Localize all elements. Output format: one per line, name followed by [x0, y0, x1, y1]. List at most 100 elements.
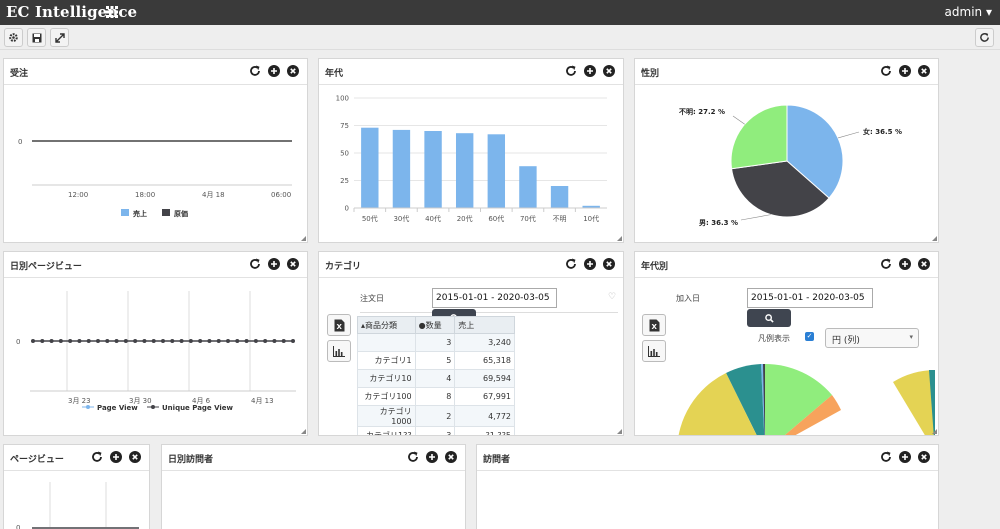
bar[interactable] [361, 127, 379, 208]
data-point[interactable] [142, 339, 147, 343]
refresh-icon[interactable] [249, 65, 261, 77]
column-header-quantity[interactable]: ●数量 [414, 316, 456, 334]
settings-button[interactable] [4, 28, 23, 47]
data-point[interactable] [151, 339, 156, 343]
expand-button[interactable] [50, 28, 69, 47]
data-point[interactable] [105, 339, 110, 343]
resize-handle[interactable] [301, 429, 306, 434]
data-point[interactable] [114, 339, 119, 343]
data-point[interactable] [207, 339, 212, 343]
chart-type-select[interactable]: 円 (列) ▾ [825, 328, 919, 348]
quantity-cell: 3 [414, 426, 456, 435]
resize-handle[interactable] [932, 236, 937, 241]
close-circle-icon[interactable] [603, 258, 615, 270]
plus-circle-icon[interactable] [899, 65, 911, 77]
data-point[interactable] [31, 339, 35, 343]
pie-slice[interactable] [730, 104, 788, 170]
plus-circle-icon[interactable] [899, 451, 911, 463]
excel-export-button[interactable]: X [642, 314, 666, 336]
table-row[interactable]: カテゴリ1 5 65,318 [357, 351, 515, 370]
close-circle-icon[interactable] [287, 258, 299, 270]
pie-label-connector [740, 214, 771, 221]
data-point[interactable] [170, 339, 175, 343]
data-point[interactable] [161, 339, 165, 343]
bar[interactable] [424, 131, 442, 208]
heart-icon[interactable]: ♡ [608, 292, 616, 302]
table-row[interactable]: カテゴリ1?? 3 ?1,??5 [357, 426, 515, 435]
bar[interactable] [392, 129, 411, 208]
table-row[interactable]: カテゴリ10 4 69,594 [357, 369, 515, 388]
data-point[interactable] [253, 339, 258, 343]
save-button[interactable] [27, 28, 46, 47]
user-menu[interactable]: admin ▾ [945, 5, 992, 19]
close-circle-icon[interactable] [918, 258, 930, 270]
data-point[interactable] [291, 339, 295, 343]
column-header-category[interactable]: ▴商品分類 [357, 316, 416, 334]
resize-handle[interactable] [932, 429, 937, 434]
plus-circle-icon[interactable] [268, 65, 280, 77]
legend-swatch-cost[interactable] [162, 209, 170, 216]
refresh-icon[interactable] [880, 451, 892, 463]
refresh-icon[interactable] [407, 451, 419, 463]
chart-view-button[interactable] [327, 340, 351, 362]
plus-circle-icon[interactable] [584, 258, 596, 270]
refresh-icon[interactable] [880, 65, 892, 77]
data-point[interactable] [244, 339, 249, 343]
search-button[interactable] [747, 309, 791, 327]
refresh-icon[interactable] [565, 258, 577, 270]
data-point[interactable] [49, 339, 54, 343]
data-point[interactable] [272, 339, 277, 343]
data-point[interactable] [263, 339, 268, 343]
legend-toggle-checkbox[interactable]: ✓ [805, 332, 814, 341]
bar[interactable] [550, 186, 569, 208]
join-date-range-input[interactable]: 2015-01-01 - 2020-03-05 [747, 288, 873, 308]
data-point[interactable] [77, 339, 82, 343]
data-point[interactable] [58, 339, 63, 343]
plus-circle-icon[interactable] [268, 258, 280, 270]
data-point[interactable] [86, 339, 91, 343]
refresh-icon[interactable] [249, 258, 261, 270]
refresh-icon[interactable] [91, 451, 103, 463]
plus-circle-icon[interactable] [110, 451, 122, 463]
refresh-page-button[interactable] [975, 28, 994, 47]
data-point[interactable] [281, 339, 286, 343]
plus-circle-icon[interactable] [426, 451, 438, 463]
resize-handle[interactable] [617, 429, 622, 434]
data-point[interactable] [40, 339, 45, 343]
plus-circle-icon[interactable] [899, 258, 911, 270]
refresh-icon[interactable] [880, 258, 892, 270]
data-point[interactable] [226, 339, 230, 343]
data-point[interactable] [96, 339, 100, 343]
table-row[interactable]: カテゴリ100 8 67,991 [357, 387, 515, 406]
close-circle-icon[interactable] [129, 451, 141, 463]
data-point[interactable] [123, 339, 128, 343]
app-grid-icon[interactable] [106, 6, 118, 18]
data-point[interactable] [179, 339, 184, 343]
close-circle-icon[interactable] [445, 451, 457, 463]
data-point[interactable] [133, 339, 138, 343]
bar[interactable] [455, 133, 474, 208]
data-point[interactable] [188, 339, 193, 343]
resize-handle[interactable] [617, 236, 622, 241]
bar[interactable] [487, 134, 506, 208]
data-point[interactable] [198, 339, 203, 343]
order-date-range-input[interactable]: 2015-01-01 - 2020-03-05 [432, 288, 557, 308]
legend-swatch-sales[interactable] [121, 209, 129, 216]
close-circle-icon[interactable] [918, 451, 930, 463]
table-row[interactable]: カテゴリ1000 2 4,772 [357, 405, 515, 427]
table-row[interactable]: 3 3,240 [357, 333, 515, 352]
bar[interactable] [519, 166, 537, 208]
column-header-sales[interactable]: 売上 [454, 316, 515, 334]
resize-handle[interactable] [301, 236, 306, 241]
panel-header: 受注 [4, 59, 307, 85]
close-circle-icon[interactable] [918, 65, 930, 77]
refresh-icon[interactable] [565, 65, 577, 77]
excel-export-button[interactable]: X [327, 314, 351, 336]
data-point[interactable] [235, 339, 240, 343]
close-circle-icon[interactable] [287, 65, 299, 77]
panel-title: 日別訪問者 [168, 455, 214, 465]
data-point[interactable] [216, 339, 221, 343]
close-circle-icon[interactable] [603, 65, 615, 77]
plus-circle-icon[interactable] [584, 65, 596, 77]
data-point[interactable] [68, 339, 73, 343]
